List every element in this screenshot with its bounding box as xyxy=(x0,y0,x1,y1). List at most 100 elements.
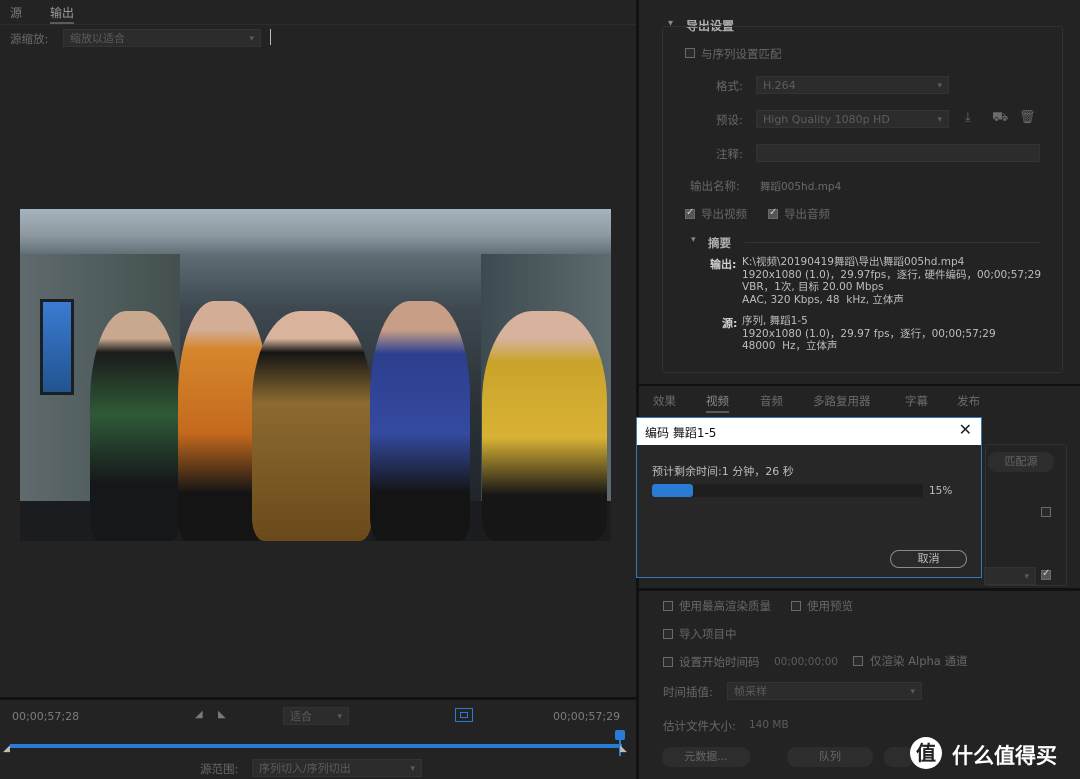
hidden-dropdown[interactable]: ▾ xyxy=(984,567,1036,585)
use-previews-label: 使用预览 xyxy=(807,599,853,613)
render-alpha-checkbox[interactable] xyxy=(853,656,863,666)
output-name-label: 输出名称: xyxy=(690,179,740,193)
set-in-icon[interactable]: ◢ xyxy=(195,709,203,720)
source-range-dropdown[interactable]: 序列切入/序列切出 ▾ xyxy=(252,759,422,777)
dialog-titlebar: 编码 舞蹈1-5 ✕ xyxy=(637,418,981,445)
watermark-text: 什么值得买 xyxy=(952,744,1057,768)
summary-collapse-icon[interactable]: ▾ xyxy=(691,235,696,245)
chevron-down-icon: ▾ xyxy=(1024,572,1029,582)
tab-publish[interactable]: 发布 xyxy=(957,393,980,409)
kiosk-screen xyxy=(40,299,74,395)
source-scaling-dropdown[interactable]: 缩放以适合 ▾ xyxy=(63,29,261,47)
render-alpha-label: 仅渲染 Alpha 通道 xyxy=(870,654,968,668)
max-render-checkbox[interactable] xyxy=(663,601,673,611)
export-audio-checkbox[interactable] xyxy=(768,207,778,219)
svg-text:值: 值 xyxy=(916,741,936,765)
summary-output-text: K:\视频\20190419舞蹈\导出\舞蹈005hd.mp4 1920x108… xyxy=(742,256,1042,306)
timecode-current: 00;00;57;28 xyxy=(12,710,80,723)
zoom-dropdown[interactable]: 适合 ▾ xyxy=(283,707,349,725)
start-tc-value[interactable]: 00;00;00;00 xyxy=(774,656,838,668)
encoding-progress-bar xyxy=(652,484,923,497)
dialog-title: 编码 舞蹈1-5 xyxy=(645,426,717,440)
chevron-down-icon: ▾ xyxy=(937,115,942,125)
tab-divider xyxy=(0,24,636,25)
save-preset-icon[interactable]: ⤓ xyxy=(965,110,971,125)
format-value: H.264 xyxy=(763,79,796,92)
format-dropdown[interactable]: H.264 ▾ xyxy=(756,76,949,94)
import-preset-icon[interactable]: ⛟ xyxy=(992,110,1008,127)
match-sequence-checkbox[interactable] xyxy=(685,48,695,58)
in-point-icon[interactable]: ◢ xyxy=(3,744,10,754)
source-range-value: 序列切入/序列切出 xyxy=(259,762,351,775)
export-audio-label: 导出音频 xyxy=(784,207,830,221)
summary-output-key: 输出: xyxy=(710,258,737,271)
match-source-button[interactable]: 匹配源 xyxy=(988,452,1054,472)
preset-value: High Quality 1080p HD xyxy=(763,113,890,126)
match-sequence-label: 与序列设置匹配 xyxy=(701,47,782,61)
chevron-down-icon: ▾ xyxy=(937,81,942,91)
tab-multiplexer[interactable]: 多路复用器 xyxy=(813,393,871,409)
summary-title: 摘要 xyxy=(708,236,731,250)
tab-audio[interactable]: 音频 xyxy=(760,393,783,409)
metadata-button[interactable]: 元数据... xyxy=(662,747,750,767)
import-project-checkbox[interactable] xyxy=(663,629,673,639)
use-previews-checkbox[interactable] xyxy=(791,601,801,611)
delete-preset-icon[interactable]: 🗑 xyxy=(1019,110,1036,125)
comments-input[interactable] xyxy=(756,144,1040,162)
watermark: 值 什么值得买 xyxy=(908,735,1080,771)
progress-percent: 15% xyxy=(929,485,953,497)
chevron-down-icon: ▾ xyxy=(910,687,915,697)
tab-source[interactable]: 源 xyxy=(10,4,22,21)
dancer-1 xyxy=(90,311,180,541)
options-divider xyxy=(639,588,1080,591)
preset-dropdown[interactable]: High Quality 1080p HD ▾ xyxy=(756,110,949,128)
hidden-option-checkbox[interactable] xyxy=(1041,507,1051,517)
output-name-link[interactable]: 舞蹈005hd.mp4 xyxy=(760,179,841,194)
file-size-label: 估计文件大小: xyxy=(663,719,736,733)
source-scaling-label: 源缩放: xyxy=(10,32,49,46)
summary-rule xyxy=(745,242,1040,243)
settings-divider xyxy=(639,384,1080,386)
panel-divider xyxy=(636,0,639,779)
queue-button[interactable]: 队列 xyxy=(787,747,873,767)
text-cursor xyxy=(270,29,271,45)
aspect-icon[interactable] xyxy=(455,708,473,722)
interpolation-value: 帧采样 xyxy=(734,685,767,698)
interpolation-label: 时间插值: xyxy=(663,685,713,699)
tab-video[interactable]: 视频 xyxy=(706,393,729,413)
tab-output[interactable]: 输出 xyxy=(50,4,75,24)
file-size-value: 140 MB xyxy=(749,719,789,731)
import-project-label: 导入项目中 xyxy=(679,627,737,641)
zoom-value: 适合 xyxy=(290,710,312,723)
eta-text: 预计剩余时间:1 分钟，26 秒 xyxy=(652,465,794,478)
source-range-label: 源范围: xyxy=(200,762,239,776)
preset-label: 预设: xyxy=(716,113,743,127)
tab-captions[interactable]: 字幕 xyxy=(905,393,928,409)
comments-label: 注释: xyxy=(716,147,743,161)
progress-fill xyxy=(652,484,693,497)
set-out-icon[interactable]: ◣ xyxy=(218,709,226,720)
out-point-icon[interactable]: ◣ xyxy=(620,744,627,754)
hidden-checked-checkbox[interactable] xyxy=(1041,568,1051,580)
export-video-label: 导出视频 xyxy=(701,207,747,221)
chevron-down-icon: ▾ xyxy=(337,712,342,722)
source-scaling-value: 缩放以适合 xyxy=(70,32,125,45)
chevron-down-icon: ▾ xyxy=(410,764,415,774)
dancer-3 xyxy=(252,311,372,541)
tab-effects[interactable]: 效果 xyxy=(653,393,676,409)
dancer-5 xyxy=(482,311,607,541)
watermark-logo-icon: 值 xyxy=(910,737,942,769)
dancer-4 xyxy=(370,301,470,541)
set-start-tc-label: 设置开始时间码 xyxy=(679,655,760,669)
chevron-down-icon: ▾ xyxy=(249,34,254,44)
timecode-duration: 00;00;57;29 xyxy=(553,710,621,723)
interpolation-dropdown[interactable]: 帧采样 ▾ xyxy=(727,682,922,700)
set-start-tc-checkbox[interactable] xyxy=(663,657,673,667)
max-render-label: 使用最高渲染质量 xyxy=(679,599,771,613)
encoding-dialog: 编码 舞蹈1-5 ✕ 预计剩余时间:1 分钟，26 秒 15% 取消 xyxy=(636,417,982,578)
cancel-button[interactable]: 取消 xyxy=(890,550,967,568)
close-icon[interactable]: ✕ xyxy=(959,420,972,439)
left-panel-separator xyxy=(0,697,636,700)
export-video-checkbox[interactable] xyxy=(685,207,695,219)
timeline-track[interactable] xyxy=(10,744,622,748)
